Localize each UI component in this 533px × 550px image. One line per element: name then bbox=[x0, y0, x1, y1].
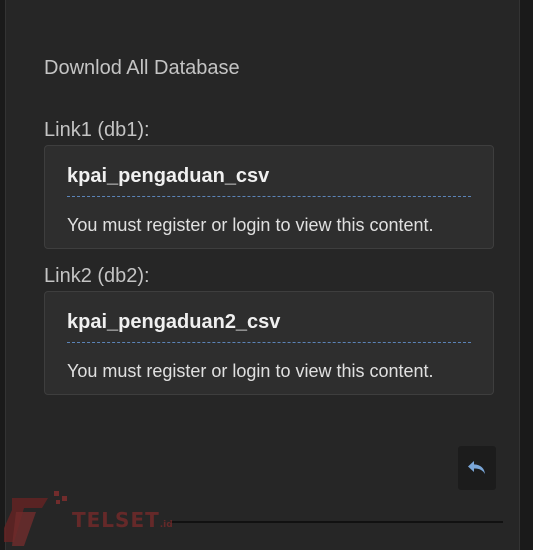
content-box-divider bbox=[67, 196, 471, 197]
telset-logo-icon bbox=[4, 491, 67, 546]
reply-arrow-icon bbox=[468, 461, 485, 474]
post-body: Downlod All Database Link1 (db1): kpai_p… bbox=[5, 0, 520, 550]
login-required-message: You must register or login to view this … bbox=[67, 215, 434, 235]
telset-watermark: TELSET.id bbox=[2, 488, 192, 550]
page: Downlod All Database Link1 (db1): kpai_p… bbox=[0, 0, 533, 550]
content-box-link1: kpai_pengaduan_csv You must register or … bbox=[44, 145, 494, 249]
content-box-link2: kpai_pengaduan2_csv You must register or… bbox=[44, 291, 494, 395]
login-required-message: You must register or login to view this … bbox=[67, 361, 434, 381]
content-box-title: kpai_pengaduan_csv bbox=[67, 165, 270, 187]
content-box-divider bbox=[67, 342, 471, 343]
post-heading: Downlod All Database bbox=[44, 57, 240, 79]
footer-divider bbox=[170, 521, 503, 523]
watermark-tld: .id bbox=[159, 520, 173, 530]
content-box-title: kpai_pengaduan2_csv bbox=[67, 311, 281, 333]
watermark-brand: TELSET bbox=[72, 508, 160, 532]
reply-button[interactable] bbox=[458, 446, 496, 490]
link1-label: Link1 (db1): bbox=[44, 119, 150, 141]
telset-watermark-text: TELSET.id bbox=[72, 508, 173, 532]
link2-label: Link2 (db2): bbox=[44, 265, 150, 287]
